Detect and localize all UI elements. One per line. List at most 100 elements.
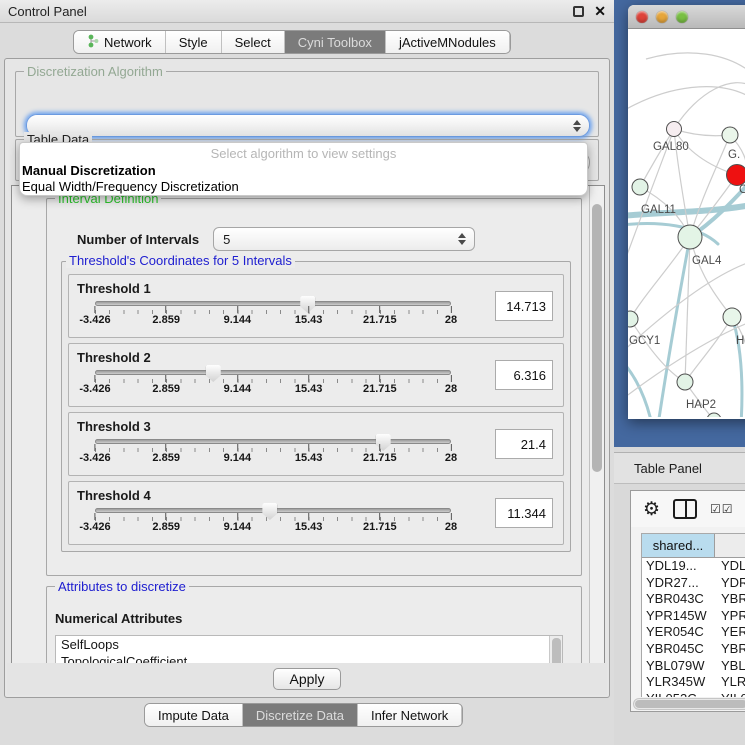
top-tab[interactable]: Cyni Toolbox — [285, 31, 386, 53]
column-header[interactable]: shared... — [642, 534, 715, 557]
slider-track[interactable] — [95, 301, 451, 306]
network-node[interactable] — [726, 164, 745, 186]
table-horizontal-scrollbar[interactable] — [633, 698, 745, 710]
apply-button[interactable]: Apply — [273, 668, 341, 690]
select-checkboxes-icon[interactable]: ☑☑ — [710, 502, 734, 516]
threshold-slider[interactable]: -3.426 2.859 9.144 15.43 21.715 — [95, 301, 451, 328]
column-header[interactable]: n — [715, 534, 745, 557]
tick-label: 15.43 — [295, 375, 323, 395]
top-tab-bar: Network Style Select Cyni Toolbox jActiv… — [73, 30, 511, 54]
tick-label: -3.426 — [79, 375, 110, 395]
number-of-intervals-value: 5 — [223, 232, 230, 247]
table-panel-title: Table Panel — [634, 461, 702, 476]
table-row[interactable]: YDL19... YDL1 — [642, 558, 745, 575]
gear-icon[interactable]: ⚙ — [643, 500, 660, 519]
tick-label: 21.715 — [363, 513, 397, 533]
bottom-tab-bar: Impute Data Discretize Data Infer Networ… — [144, 703, 463, 727]
tick-label: -3.426 — [79, 513, 110, 533]
attributes-group: Attributes to discretize Numerical Attri… — [46, 586, 582, 667]
network-canvas[interactable]: GAL80 G. C GAL11 GAL4 GCY1 H HAP2 — [628, 29, 745, 417]
thresholds-group-label: Threshold's Coordinates for 5 Intervals — [66, 253, 295, 268]
tick-label: 28 — [445, 306, 457, 326]
threshold-slider[interactable]: -3.426 2.859 9.144 15.43 21.715 — [95, 370, 451, 397]
number-of-intervals-label: Number of Intervals — [77, 232, 199, 247]
list-item[interactable]: SelfLoops — [56, 636, 562, 653]
top-tab[interactable]: Select — [222, 31, 285, 53]
number-of-intervals-combo[interactable]: 5 — [213, 227, 475, 251]
threshold-value-field[interactable] — [495, 291, 553, 321]
table-row[interactable]: YBL079W YBL0 — [642, 658, 745, 675]
algorithm-option[interactable]: Manual Discretization — [20, 163, 587, 179]
table-row[interactable]: YBR043C YBR0 — [642, 591, 745, 608]
network-window-titlebar — [628, 5, 745, 29]
tick-label: 15.43 — [295, 444, 323, 464]
bottom-tab[interactable]: Infer Network — [358, 704, 462, 726]
table-panel: ⚙ ☑☑ shared... n YDL19... YDL1 YDR27... … — [630, 490, 745, 712]
combo-arrows-icon — [458, 233, 466, 245]
settings-vertical-scrollbar[interactable] — [589, 186, 604, 666]
interval-definition-group: Interval Definition Number of Intervals … — [46, 198, 582, 576]
network-node-label: HAP2 — [686, 399, 716, 411]
threshold-slider[interactable]: -3.426 2.859 9.144 15.43 21.715 — [95, 439, 451, 466]
bottom-tab[interactable]: Impute Data — [145, 704, 243, 726]
table-row[interactable]: YER054C YER0 — [642, 624, 745, 641]
float-window-icon[interactable] — [573, 6, 584, 17]
slider-tick-labels: -3.426 2.859 9.144 15.43 21.715 — [95, 314, 451, 328]
tick-label: 21.715 — [363, 306, 397, 326]
table-row[interactable]: YLR345W YLR3 — [642, 674, 745, 691]
threshold-row: Threshold 4 -3.426 2 — [68, 481, 564, 545]
algorithm-dropdown-popup: Select algorithm to view settings Manual… — [19, 142, 588, 196]
tick-label: 2.859 — [152, 306, 180, 326]
tick-label: 28 — [445, 444, 457, 464]
top-tab[interactable]: Style — [166, 31, 222, 53]
threshold-value-field[interactable] — [495, 498, 553, 528]
attributes-group-label: Attributes to discretize — [55, 579, 189, 594]
network-node[interactable] — [666, 121, 682, 137]
threshold-label: Threshold 4 — [77, 488, 555, 503]
slider-tick-labels: -3.426 2.859 9.144 15.43 21.715 — [95, 521, 451, 535]
algorithm-combo[interactable] — [26, 114, 590, 137]
tick-label: 21.715 — [363, 375, 397, 395]
threshold-value-field[interactable] — [495, 429, 553, 459]
table-row[interactable]: YIL052C YIL0 — [642, 691, 745, 697]
network-node[interactable] — [677, 374, 694, 391]
table-panel-titlebar: Table Panel — [614, 452, 745, 484]
tick-label: 9.144 — [224, 513, 252, 533]
algorithm-placeholder: Select algorithm to view settings — [20, 146, 587, 163]
table-header-row: shared... n — [642, 534, 745, 558]
network-node[interactable] — [723, 308, 742, 327]
slider-track[interactable] — [95, 508, 451, 513]
threshold-value-field[interactable] — [495, 360, 553, 390]
network-node-label: H — [736, 335, 744, 347]
slider-track[interactable] — [95, 439, 451, 444]
tick-label: 15.43 — [295, 306, 323, 326]
threshold-slider[interactable]: -3.426 2.859 9.144 15.43 21.715 — [95, 508, 451, 535]
algorithm-option[interactable]: Equal Width/Frequency Discretization — [20, 179, 587, 195]
node-table[interactable]: shared... n YDL19... YDL1 YDR27... YDR2 … — [641, 533, 745, 697]
close-icon[interactable]: ✕ — [594, 4, 606, 18]
table-row[interactable]: YBR045C YBR0 — [642, 641, 745, 658]
minimize-traffic-light-icon[interactable] — [656, 11, 668, 23]
settings-scroll-area: Interval Definition Number of Intervals … — [11, 185, 605, 667]
network-node[interactable] — [678, 225, 703, 250]
column-layout-icon[interactable] — [673, 499, 697, 519]
network-window: GAL80 G. C GAL11 GAL4 GCY1 H HAP2 — [628, 5, 745, 419]
tick-label: -3.426 — [79, 444, 110, 464]
control-panel-titlebar: Control Panel ✕ — [0, 0, 614, 23]
threshold-label: Threshold 1 — [77, 281, 555, 296]
network-node[interactable] — [722, 127, 739, 144]
top-tab[interactable]: Network — [74, 31, 166, 53]
table-row[interactable]: YPR145W YPR1 — [642, 608, 745, 625]
tick-label: 28 — [445, 375, 457, 395]
close-traffic-light-icon[interactable] — [636, 11, 648, 23]
table-row[interactable]: YDR27... YDR2 — [642, 575, 745, 592]
zoom-traffic-light-icon[interactable] — [676, 11, 688, 23]
network-node-label: GAL11 — [641, 204, 676, 216]
top-tab[interactable]: jActiveMNodules — [386, 31, 510, 53]
slider-track[interactable] — [95, 370, 451, 375]
threshold-row: Threshold 1 -3.426 2 — [68, 274, 564, 338]
bottom-tab[interactable]: Discretize Data — [243, 704, 358, 726]
tick-label: 21.715 — [363, 444, 397, 464]
network-node[interactable] — [632, 179, 649, 196]
numerical-attributes-label: Numerical Attributes — [55, 611, 182, 626]
